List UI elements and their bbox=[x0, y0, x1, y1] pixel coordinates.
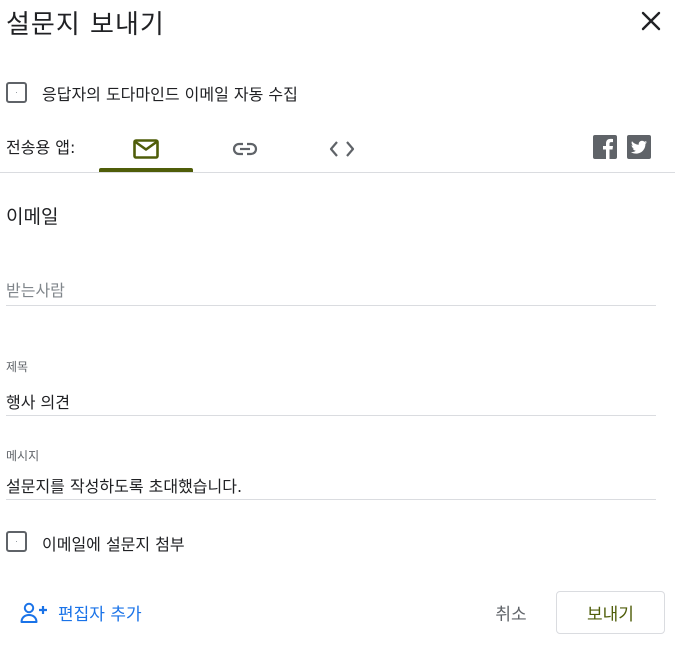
cancel-button[interactable]: 취소 bbox=[480, 593, 542, 631]
subject-input[interactable] bbox=[6, 386, 656, 416]
send-via-label: 전송용 앱: bbox=[6, 138, 76, 157]
close-icon bbox=[641, 11, 661, 31]
tab-embed[interactable] bbox=[302, 125, 382, 172]
tab-email[interactable] bbox=[99, 125, 193, 172]
message-input[interactable] bbox=[6, 470, 656, 500]
add-editor-label: 편집자 추가 bbox=[58, 605, 142, 625]
twitter-icon bbox=[630, 140, 647, 154]
attach-form-checkbox[interactable] bbox=[6, 531, 27, 552]
add-editor-button[interactable]: 편집자 추가 bbox=[20, 600, 142, 625]
share-twitter-button[interactable] bbox=[627, 135, 651, 159]
close-button[interactable] bbox=[636, 6, 666, 36]
collect-email-label: 응답자의 도다마인드 이메일 자동 수집 bbox=[42, 85, 298, 104]
collect-email-checkbox[interactable] bbox=[6, 82, 27, 103]
add-person-icon bbox=[20, 602, 47, 623]
dialog-title: 설문지 보내기 bbox=[6, 10, 165, 40]
attach-form-label: 이메일에 설문지 첨부 bbox=[42, 535, 185, 554]
link-icon bbox=[232, 142, 258, 155]
send-button[interactable]: 보내기 bbox=[556, 591, 665, 634]
mail-icon bbox=[133, 138, 159, 159]
share-facebook-button[interactable] bbox=[593, 135, 617, 159]
embed-code-icon bbox=[329, 140, 355, 157]
tab-link[interactable] bbox=[205, 125, 285, 172]
recipients-input[interactable] bbox=[6, 276, 656, 306]
header-divider bbox=[0, 172, 675, 173]
email-section-heading: 이메일 bbox=[6, 206, 59, 228]
subject-label: 제목 bbox=[6, 360, 29, 374]
message-label: 메시지 bbox=[6, 449, 40, 463]
facebook-icon bbox=[603, 138, 613, 159]
